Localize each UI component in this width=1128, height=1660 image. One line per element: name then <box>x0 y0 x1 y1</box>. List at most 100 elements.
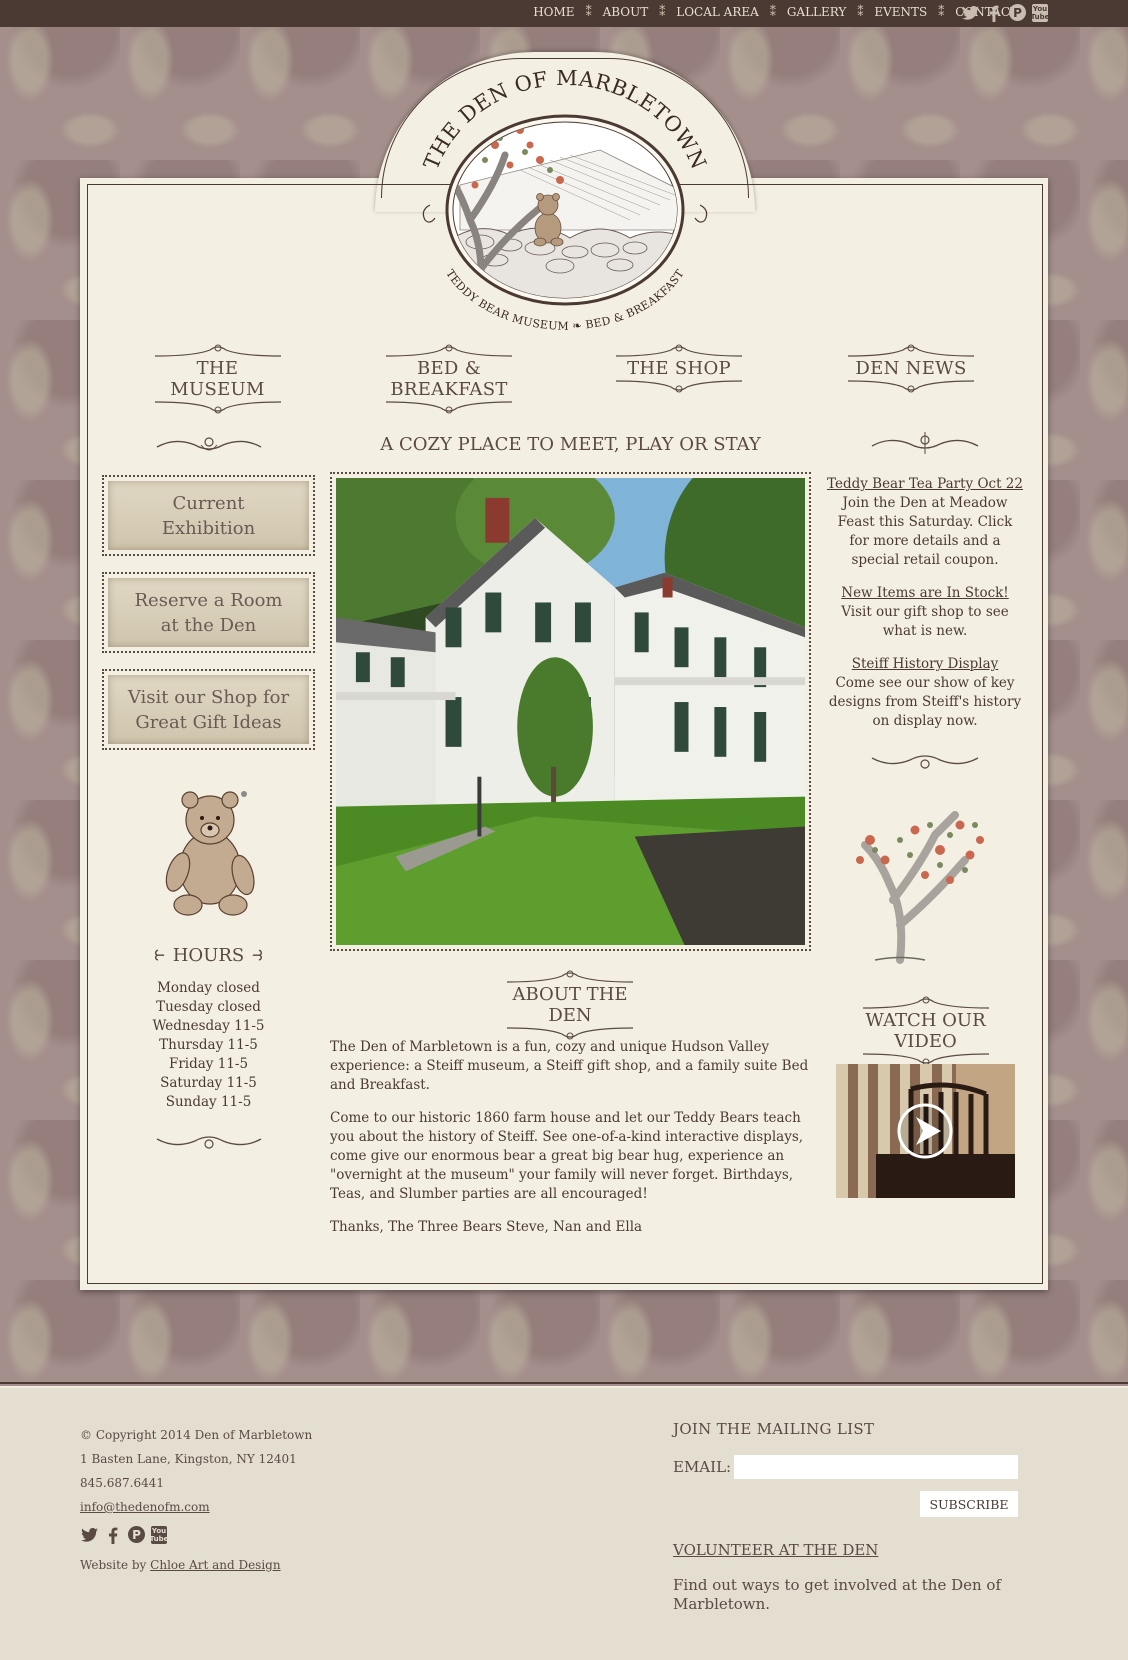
copyright: © Copyright 2014 Den of Marbletown <box>80 1428 313 1442</box>
ornament-left-icon: ⥼ <box>151 945 173 966</box>
nav-home[interactable]: HOME <box>533 5 574 19</box>
mailing-list-title: JOIN THE MAILING LIST <box>673 1420 875 1438</box>
website-credit: Website by Chloe Art and Design <box>80 1558 281 1572</box>
divider-ornament <box>871 432 979 454</box>
about-paragraph: Come to our historic 1860 farm house and… <box>330 1110 804 1202</box>
email-input[interactable] <box>734 1455 1018 1479</box>
facebook-icon[interactable] <box>104 1526 122 1544</box>
credit-prefix: Website by <box>80 1558 151 1572</box>
news-link[interactable]: Teddy Bear Tea Party Oct 22 <box>827 476 1023 492</box>
ornament-right-icon: ⥽ <box>244 945 266 966</box>
ornament-top <box>386 344 512 357</box>
nav-separator: ⁑ <box>769 5 776 19</box>
email-label: EMAIL: <box>673 1458 732 1476</box>
about-signature: Thanks, The Three Bears Steve, Nan and E… <box>330 1219 643 1235</box>
video-thumbnail[interactable] <box>836 1064 1015 1198</box>
tab-bed-breakfast-label: BED & BREAKFAST <box>390 358 508 400</box>
youtube-icon[interactable]: You Tube <box>150 1526 168 1544</box>
ornament-bottom <box>386 401 512 414</box>
nav-separator: ⁑ <box>857 5 864 19</box>
pinterest-icon[interactable]: P <box>1009 4 1026 21</box>
video-title: WATCH OUR VIDEO <box>865 1010 986 1052</box>
reserve-room-button[interactable]: Reserve a Room at the Den <box>102 572 315 653</box>
den-of-marbletown-logo[interactable]: THE DEN OF MARBLETOWN TEDDY BEAR MUSEUM … <box>400 70 730 340</box>
nav-about[interactable]: ABOUT <box>603 5 649 19</box>
visit-shop-button[interactable]: Visit our Shop for Great Gift Ideas <box>102 669 315 750</box>
button-label: Reserve a Room <box>134 589 283 611</box>
hours-heading: ⥼ HOURS ⥽ <box>102 945 315 966</box>
social-links-top: P You Tube <box>961 4 1049 22</box>
nav-events[interactable]: EVENTS <box>874 5 927 19</box>
about-text: The Den of Marbletown is a fun, cozy and… <box>330 1038 812 1251</box>
ornament-bottom <box>848 380 974 393</box>
hours-row: Monday closed <box>157 980 260 996</box>
social-links-footer: P You Tube <box>80 1526 168 1544</box>
tab-museum[interactable]: THE MUSEUM <box>150 344 285 414</box>
subscribe-button[interactable]: SUBSCRIBE <box>920 1491 1018 1517</box>
divider-ornament <box>156 1136 262 1149</box>
footer-contact: © Copyright 2014 Den of Marbletown 1 Bas… <box>80 1423 312 1519</box>
news-text: Visit our gift shop to see what is new. <box>841 604 1009 639</box>
address: 1 Basten Lane, Kingston, NY 12401 <box>80 1452 297 1466</box>
nav-separator: ⁑ <box>938 5 945 19</box>
phone: 845.687.6441 <box>80 1476 164 1490</box>
ornament-top <box>616 344 742 357</box>
hours-row: Friday 11-5 <box>168 1056 249 1072</box>
tab-shop[interactable]: THE SHOP <box>613 344 745 393</box>
ornament-top <box>154 344 281 357</box>
ornament-bottom <box>616 380 742 393</box>
twitter-icon[interactable] <box>961 4 979 22</box>
current-exhibition-button[interactable]: Current Exhibition <box>102 475 315 556</box>
youtube-icon[interactable]: You Tube <box>1031 4 1049 22</box>
pinterest-icon[interactable]: P <box>128 1526 145 1543</box>
nav-separator: ⁑ <box>659 5 666 19</box>
tagline: A COZY PLACE TO MEET, PLAY OR STAY <box>380 434 761 455</box>
tab-bed-breakfast[interactable]: BED & BREAKFAST <box>360 344 538 414</box>
facebook-icon[interactable] <box>985 4 1003 22</box>
teddy-bear-illustration <box>165 791 255 916</box>
hours-title-label: HOURS <box>172 945 245 966</box>
apple-tree-illustration <box>856 811 984 964</box>
news-link[interactable]: Steiff History Display <box>852 656 999 672</box>
hours-row: Tuesday closed <box>156 999 261 1015</box>
farmhouse-photo-frame <box>330 472 811 951</box>
hours-row: Sunday 11-5 <box>165 1094 252 1110</box>
nav-local-area[interactable]: LOCAL AREA <box>676 5 759 19</box>
footer-divider <box>0 1382 1128 1384</box>
tab-den-news-label: DEN NEWS <box>855 358 967 379</box>
tab-shop-label: THE SHOP <box>627 358 731 379</box>
ornament-top <box>862 996 989 1009</box>
button-label: Current <box>172 492 245 514</box>
news-link[interactable]: New Items are In Stock! <box>841 585 1008 601</box>
divider-ornament <box>156 437 262 451</box>
news-text: Join the Den at Meadow Feast this Saturd… <box>837 495 1013 568</box>
volunteer-link[interactable]: VOLUNTEER AT THE DEN <box>673 1541 878 1559</box>
nav-gallery[interactable]: GALLERY <box>787 5 847 19</box>
news-item: Teddy Bear Tea Party Oct 22 Join the Den… <box>826 475 1024 570</box>
ornament-top <box>848 344 974 357</box>
tab-museum-label: THE MUSEUM <box>170 358 265 400</box>
email-link[interactable]: info@thedenofm.com <box>80 1500 210 1514</box>
about-heading: ABOUT THE DEN <box>495 970 645 1040</box>
button-label: Great Gift Ideas <box>135 711 282 733</box>
ornament-bottom <box>154 401 281 414</box>
twitter-icon[interactable] <box>80 1526 98 1544</box>
hours-list: Monday closed Tuesday closed Wednesday 1… <box>102 979 315 1112</box>
hours-row: Thursday 11-5 <box>159 1037 258 1053</box>
about-paragraph: The Den of Marbletown is a fun, cozy and… <box>330 1039 809 1093</box>
hours-row: Saturday 11-5 <box>160 1075 257 1091</box>
button-label: Exhibition <box>161 517 256 539</box>
news-item: New Items are In Stock! Visit our gift s… <box>826 584 1024 641</box>
farmhouse-photo <box>336 478 805 945</box>
button-label: at the Den <box>160 614 257 636</box>
button-label: Visit our Shop for <box>127 686 290 708</box>
credit-link[interactable]: Chloe Art and Design <box>150 1558 280 1572</box>
about-title: ABOUT THE DEN <box>512 984 628 1026</box>
news-list: Teddy Bear Tea Party Oct 22 Join the Den… <box>826 475 1024 745</box>
video-heading: WATCH OUR VIDEO <box>836 996 1015 1066</box>
main-nav: HOME ⁑ ABOUT ⁑ LOCAL AREA ⁑ GALLERY ⁑ EV… <box>533 5 1018 19</box>
tab-den-news[interactable]: DEN NEWS <box>845 344 977 393</box>
volunteer-text: Find out ways to get involved at the Den… <box>673 1576 1002 1613</box>
hours-row: Wednesday 11-5 <box>152 1018 265 1034</box>
ornament-top <box>507 970 633 983</box>
